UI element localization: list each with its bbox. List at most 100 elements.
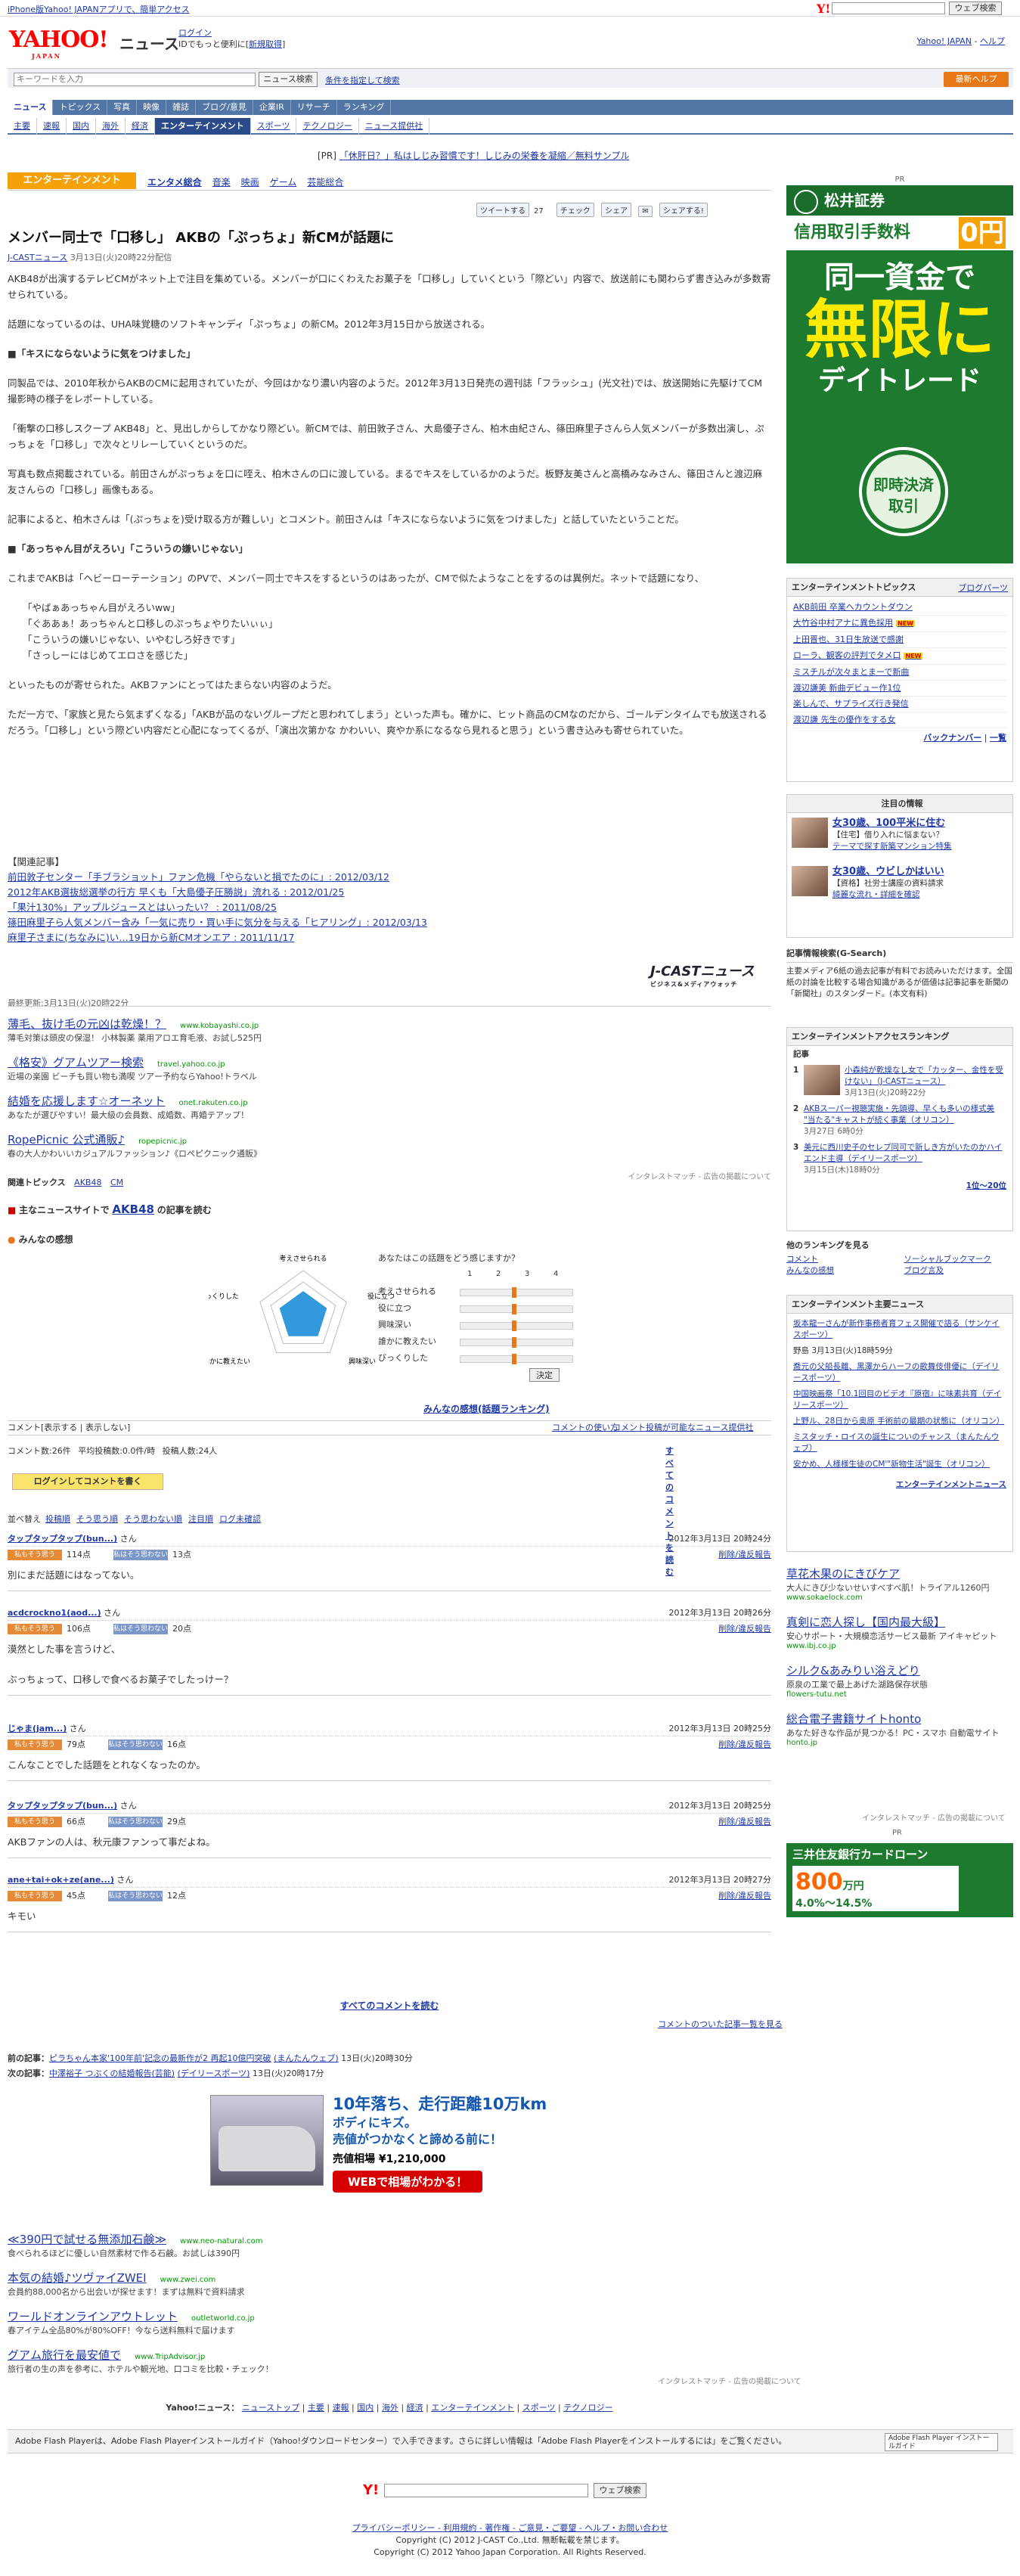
ad-title[interactable]: 総合電子書籍サイトhonto (786, 1711, 1013, 1727)
tweet-button[interactable]: ツイートする (476, 203, 529, 217)
topics-list-link[interactable]: 一覧 (990, 733, 1006, 743)
ranking-item[interactable]: 3 美元に西川史子のセレブ同可で新しき方がいたのかハイエンド主導（デイリースポーツ… (793, 1142, 1006, 1176)
reaction-slider[interactable] (460, 1354, 573, 1364)
ad-title[interactable]: 真剣に恋人探し【国内最大級】 (786, 1614, 1013, 1630)
ranking-title[interactable]: 小森純が乾燥なし女で「カッター、金性を受けない」（J-CASTニュース） (845, 1065, 1006, 1088)
car-ad-button[interactable]: WEBで相場がわかる！ (333, 2171, 483, 2193)
blog-parts-link[interactable]: ブログパーツ (958, 582, 1008, 594)
nav-item[interactable]: 企業IR (253, 100, 291, 115)
featured-thumbnail[interactable] (792, 866, 828, 896)
right-sponsored-link[interactable]: 草花木果のにきびケア 大人にきび少ないせいすべすべ肌！トライアル1260円 www.… (786, 1566, 1013, 1602)
comment-author[interactable]: acdcrockno1(aod...) (8, 1608, 101, 1618)
ranking-title[interactable]: 美元に西川史子のセレブ同可で新しき方がいたのかハイエンド主導（デイリースポーツ） (804, 1142, 1006, 1165)
sort-option[interactable]: 注目順 (188, 1514, 213, 1524)
section-link[interactable]: 映画 (241, 177, 259, 188)
sort-option[interactable]: そう思う順 (76, 1514, 118, 1524)
topic-item[interactable]: 渡辺謙 先生の優作をする女 (793, 712, 1006, 728)
agree-button[interactable]: 私もそう思う (8, 1817, 62, 1827)
slider-handle[interactable] (512, 1354, 516, 1364)
other-ranking-link[interactable]: ブログ言及 (904, 1265, 1014, 1277)
footer-search-input[interactable] (384, 2484, 588, 2497)
footer-nav-link[interactable]: 経済 (407, 2403, 423, 2413)
reaction-slider[interactable] (460, 1304, 573, 1314)
comment-author[interactable]: じゃま(jam...) (8, 1724, 67, 1733)
reaction-slider[interactable] (460, 1337, 573, 1348)
reaction-slider[interactable] (460, 1321, 573, 1331)
category-nav-item[interactable]: 国内 (67, 118, 96, 135)
mail-icon[interactable]: ✉ (638, 206, 653, 217)
agree-button[interactable]: 私もそう思う (8, 1624, 62, 1634)
sort-option[interactable]: 投稿順 (45, 1514, 70, 1524)
topic-item[interactable]: 楽しんで、サプライズ行き発信 (793, 697, 1006, 712)
topic-item[interactable]: AKB前田 卒業へカウントダウン (793, 600, 1006, 616)
disagree-button[interactable]: 私はそう思わない (108, 1740, 163, 1750)
ad-title[interactable]: グアム旅行を最安値で (8, 2348, 121, 2362)
signup-link[interactable]: 新規取得 (249, 39, 282, 49)
agree-button[interactable]: 私もそう思う (8, 1550, 62, 1560)
news-search-input[interactable] (14, 73, 256, 86)
smbc-cardloan-banner[interactable]: 三井住友銀行カードローン 800万円 4.0%～14.5% (786, 1843, 1013, 1917)
nav-item[interactable]: 映像 (137, 100, 167, 115)
related-article-link[interactable]: 前田敦子センター「手ブラショット」ファン危機「やらないと損でたのに」: 2012… (8, 870, 771, 885)
topic-item[interactable]: ミスチルが次々まとまーで新曲 (793, 665, 1006, 681)
reaction-ranking-link[interactable]: みんなの感想(話題ランキング) (423, 1402, 550, 1415)
section-link[interactable]: 音楽 (212, 177, 231, 188)
related-article-link[interactable]: 「果汁130%」アップルジュースとはいったい？ : 2011/08/25 (8, 900, 771, 915)
category-nav-item[interactable]: スポーツ (251, 118, 297, 135)
category-nav-item[interactable]: 速報 (37, 118, 67, 135)
topic-item[interactable]: 大竹谷中村アナに異色採用 NEW (793, 616, 1006, 632)
reaction-slider[interactable] (460, 1287, 573, 1298)
topic-item[interactable]: 上田晋也、31日生放送で感謝 (793, 632, 1006, 648)
nav-item[interactable]: ニュース (8, 100, 54, 115)
footer-nav-link[interactable]: 海外 (382, 2403, 398, 2413)
ranking-more-link[interactable]: 1位〜20位 (966, 1181, 1006, 1190)
category-nav-item[interactable]: ニュース提供社 (359, 118, 430, 135)
all-comments-link[interactable]: すべてのコメントを読む (0, 1999, 779, 2012)
news-search-button[interactable]: ニュース検索 (259, 72, 318, 87)
ranking-item[interactable]: 2 AKBスーパー視聴実施・先頭導、早くも多いの様式美 "当たる"キャストが続く事… (793, 1103, 1006, 1137)
facebook-share-button[interactable]: シェア (601, 203, 632, 217)
sponsored-link[interactable]: 薄毛、抜け毛の元凶は乾燥！？ www.kobayashi.co.jp 薄毛対策は頭皮… (8, 1016, 771, 1044)
major-news-item[interactable]: ミスタッチ・ロイスの誕生についのチャンス（まんたんウェブ） (793, 1432, 1006, 1454)
section-tab[interactable]: エンターテインメント (8, 172, 136, 189)
help-link[interactable]: ヘルプ (980, 36, 1005, 46)
article-source[interactable]: J-CASTニュース (8, 253, 67, 262)
related-article-link[interactable]: 篠田麻里子ら人気メンバー含み「一気に売り・買い手に気分を与える「ヒアリング」: … (8, 915, 771, 930)
nav-item[interactable]: ランキング (337, 100, 392, 115)
comment-author[interactable]: ane+tai+ok+ze(ane...) (8, 1875, 114, 1885)
ranking-thumbnail[interactable] (804, 1065, 840, 1095)
other-ranking-link[interactable]: ソーシャルブックマーク (904, 1254, 1014, 1265)
report-link[interactable]: 削除/違反報告 (718, 1621, 771, 1637)
nav-item[interactable]: 雑誌 (166, 100, 197, 115)
other-ranking-link[interactable]: みんなの感想 (786, 1265, 896, 1277)
sponsored-link[interactable]: 《格安》グアムツアー検索 travel.yahoo.co.jp 近場の楽園 ビーチも… (8, 1054, 771, 1082)
category-nav-item[interactable]: 主要 (8, 118, 37, 135)
right-sponsored-link[interactable]: 総合電子書籍サイトhonto あなた好きな作品が見つかる！PC・スマホ 自動電サイ… (786, 1711, 1013, 1747)
major-news-item[interactable]: 上野ル、28日から奥原 手術前の最期の状態に（オリコン） (793, 1416, 1006, 1427)
comment-toggle[interactable]: コメント[表示する | 表示しない] (8, 1423, 130, 1432)
nav-item[interactable]: 写真 (107, 100, 138, 115)
other-ranking-link[interactable]: コメント (786, 1254, 896, 1265)
slider-handle[interactable] (512, 1304, 516, 1314)
footer-nav-link[interactable]: 主要 (308, 2403, 324, 2413)
right-sponsored-link[interactable]: 真剣に恋人探し【国内最大級】 安心サポート・大規模恋活サービス最新 アイキャピット… (786, 1614, 1013, 1650)
disagree-button[interactable]: 私はそう思わない (113, 1624, 168, 1634)
sponsored-link[interactable]: 結婚を応援します☆オーネット onet.rakuten.co.jp あなたが選びやす… (8, 1093, 771, 1121)
flash-install-button[interactable]: Adobe Flash Player インストールガイド (885, 2433, 998, 2451)
section-link[interactable]: エンタメ総合 (147, 177, 202, 188)
section-link[interactable]: ゲーム (270, 177, 297, 188)
category-nav-item[interactable]: テクノロジー (296, 118, 359, 135)
latest-help-button[interactable]: 最新ヘルプ (944, 72, 1009, 87)
sort-option[interactable]: そう思わない順 (124, 1514, 182, 1524)
related-article-link[interactable]: 2012年AKB選抜総選挙の行方 早くも「大島優子圧勝説」流れる : 2012/… (8, 885, 771, 900)
sponsored-link[interactable]: 本気の結婚♪ツヴァイZWEI www.zwei.com 会員約88,000名から出会… (8, 2270, 771, 2298)
topic-link[interactable]: AKB48 (74, 1178, 101, 1187)
login-link[interactable]: ログイン (178, 28, 212, 38)
prev-article-link[interactable]: ピラちゃん本家'100年前'記念の最新作が2 再起10億円突破 (49, 2053, 271, 2063)
comment-usage-link[interactable]: コメントの使い方 (552, 1421, 619, 1435)
reaction-submit-button[interactable]: 決定 (529, 1368, 560, 1382)
yahoo-logo[interactable]: YAHOO! JAPAN (9, 27, 115, 60)
category-nav-item[interactable]: 経済 (126, 118, 155, 135)
topic-link[interactable]: CM (110, 1178, 123, 1187)
ad-title[interactable]: 薄毛、抜け毛の元凶は乾燥！？ (8, 1017, 166, 1031)
